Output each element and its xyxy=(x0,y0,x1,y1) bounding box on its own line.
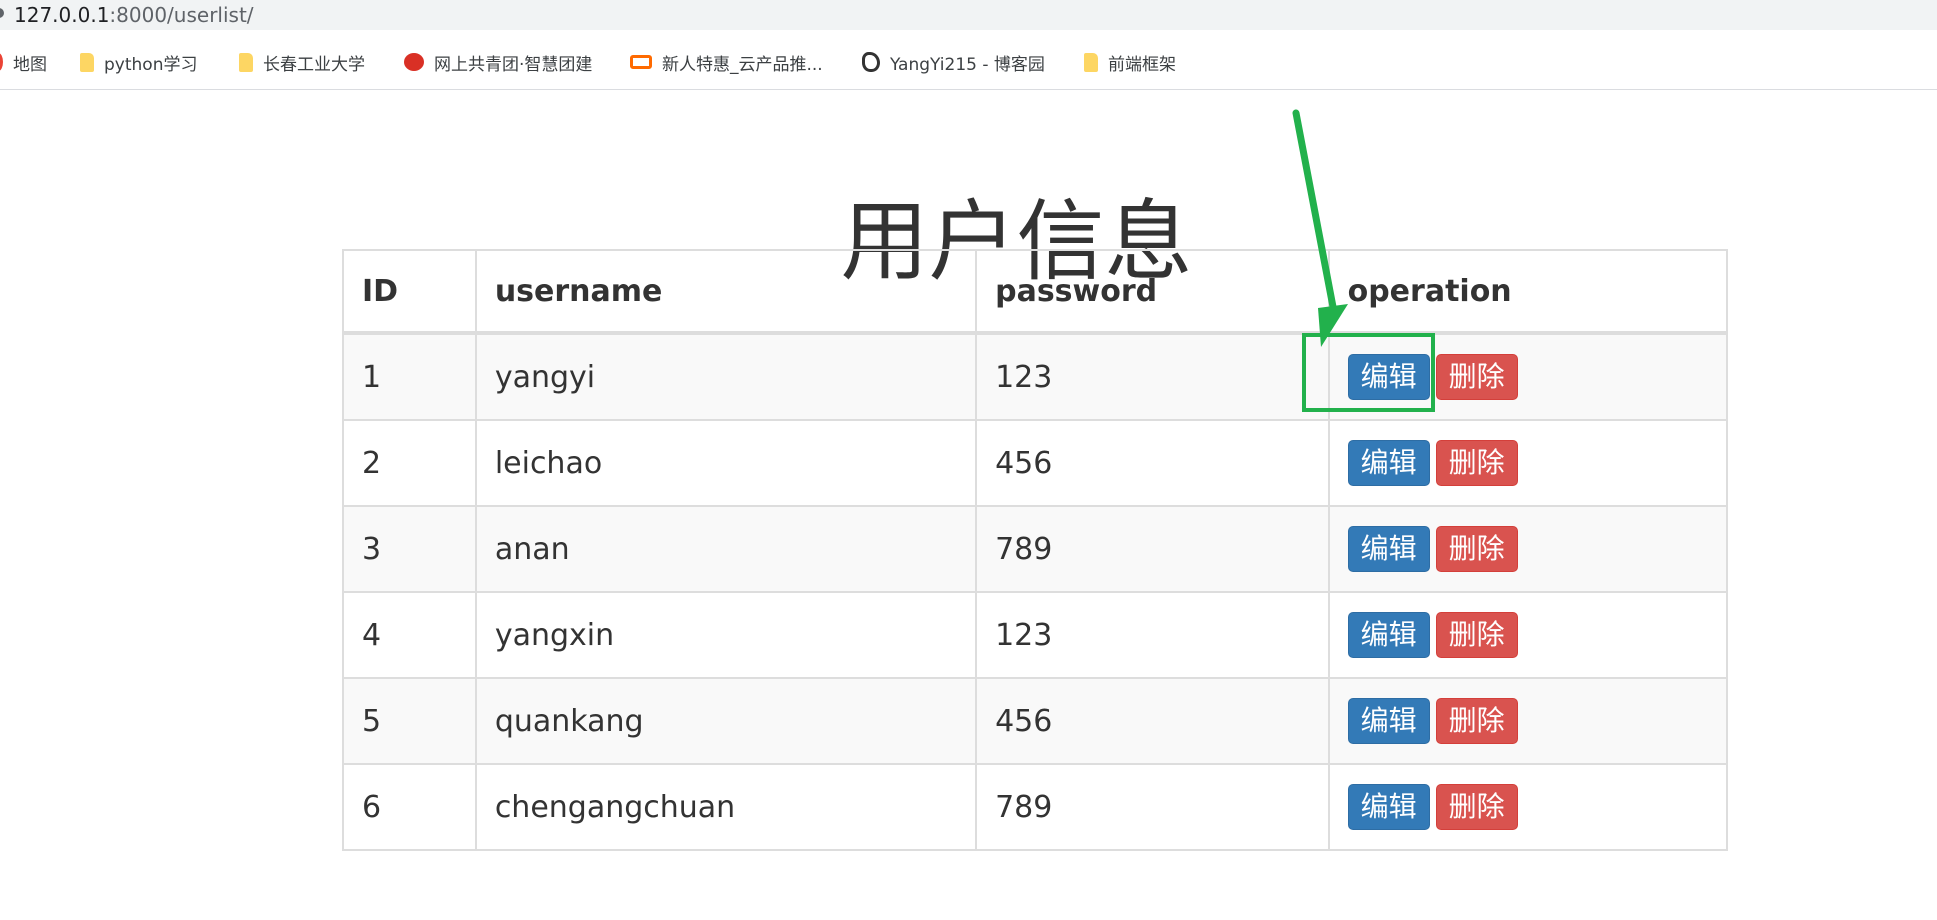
cell-username: yangyi xyxy=(474,332,978,421)
table-row: 5 quankang 456 编辑 删除 xyxy=(342,677,1729,765)
cell-id: 2 xyxy=(342,419,477,507)
table-header-row: ID username password operation xyxy=(342,249,1729,335)
cell-operation: 编辑 删除 xyxy=(1327,505,1729,593)
cell-username: anan xyxy=(474,505,978,593)
edit-button[interactable]: 编辑 xyxy=(1347,698,1430,744)
url-text: 127.0.0.1:8000/userlist/ xyxy=(14,3,254,27)
cell-id: 3 xyxy=(342,505,477,593)
bookmark-ccut[interactable]: 长春工业大学 xyxy=(239,49,365,75)
cell-password: 123 xyxy=(975,332,1330,421)
cell-username: yangxin xyxy=(474,591,978,679)
table-row: 6 chengangchuan 789 编辑 删除 xyxy=(342,763,1729,851)
bookmark-label: 网上共青团·智慧团建 xyxy=(434,54,593,75)
edit-button[interactable]: 编辑 xyxy=(1347,440,1430,486)
table-row: 1 yangyi 123 编辑 删除 xyxy=(342,332,1729,421)
bookmark-label: YangYi215 - 博客园 xyxy=(890,54,1045,75)
cnblogs-icon xyxy=(862,52,880,72)
table-row: 3 anan 789 编辑 删除 xyxy=(342,505,1729,593)
cell-operation: 编辑 删除 xyxy=(1327,591,1729,679)
edit-button[interactable]: 编辑 xyxy=(1347,354,1430,400)
cell-username: leichao xyxy=(474,419,978,507)
column-header-password: password xyxy=(975,249,1330,335)
league-flag-icon xyxy=(404,53,424,71)
user-table: ID username password operation 1 yangyi … xyxy=(342,249,1729,851)
cell-id: 5 xyxy=(342,677,477,765)
bookmark-aliyun[interactable]: 新人特惠_云产品推... xyxy=(630,49,823,75)
cell-operation: 编辑 删除 xyxy=(1327,419,1729,507)
edit-button[interactable]: 编辑 xyxy=(1347,784,1430,830)
address-bar[interactable]: 127.0.0.1:8000/userlist/ xyxy=(0,0,1937,30)
bookmark-label: 长春工业大学 xyxy=(263,54,365,75)
bookmark-map[interactable]: 地图 xyxy=(0,49,47,75)
column-header-operation: operation xyxy=(1327,249,1729,335)
delete-button[interactable]: 删除 xyxy=(1435,784,1518,830)
bookmark-label: 地图 xyxy=(13,54,47,75)
table-row: 4 yangxin 123 编辑 删除 xyxy=(342,591,1729,679)
column-header-username: username xyxy=(474,249,978,335)
cell-operation: 编辑 删除 xyxy=(1327,332,1729,421)
folder-icon xyxy=(239,52,253,72)
bookmark-youth-league[interactable]: 网上共青团·智慧团建 xyxy=(404,49,592,75)
column-header-id: ID xyxy=(342,249,477,335)
cell-id: 4 xyxy=(342,591,477,679)
edit-button[interactable]: 编辑 xyxy=(1347,612,1430,658)
edit-button[interactable]: 编辑 xyxy=(1347,526,1430,572)
cell-username: chengangchuan xyxy=(474,763,978,851)
bookmarks-bar: 地图 python学习 长春工业大学 网上共青团·智慧团建 新人特惠_云产品推.… xyxy=(0,30,1937,90)
bookmark-python[interactable]: python学习 xyxy=(80,49,197,75)
delete-button[interactable]: 删除 xyxy=(1435,612,1518,658)
aliyun-cloud-icon xyxy=(630,55,652,69)
delete-button[interactable]: 删除 xyxy=(1435,354,1518,400)
cell-password: 456 xyxy=(975,419,1330,507)
cell-password: 789 xyxy=(975,763,1330,851)
bookmark-cnblogs[interactable]: YangYi215 - 博客园 xyxy=(862,49,1045,75)
bookmark-label: 新人特惠_云产品推... xyxy=(662,54,823,75)
delete-button[interactable]: 删除 xyxy=(1435,526,1518,572)
map-pin-icon xyxy=(0,53,3,71)
table-row: 2 leichao 456 编辑 删除 xyxy=(342,419,1729,507)
bookmark-label: 前端框架 xyxy=(1108,54,1176,75)
cell-id: 1 xyxy=(342,332,477,421)
bookmark-frontend[interactable]: 前端框架 xyxy=(1084,49,1176,75)
delete-button[interactable]: 删除 xyxy=(1435,440,1518,486)
cell-password: 456 xyxy=(975,677,1330,765)
cell-username: quankang xyxy=(474,677,978,765)
folder-icon xyxy=(80,52,94,72)
cell-id: 6 xyxy=(342,763,477,851)
site-info-icon[interactable] xyxy=(0,8,4,18)
cell-operation: 编辑 删除 xyxy=(1327,677,1729,765)
cell-password: 789 xyxy=(975,505,1330,593)
cell-password: 123 xyxy=(975,591,1330,679)
bookmark-label: python学习 xyxy=(104,54,198,75)
cell-operation: 编辑 删除 xyxy=(1327,763,1729,851)
folder-icon xyxy=(1084,52,1098,72)
delete-button[interactable]: 删除 xyxy=(1435,698,1518,744)
